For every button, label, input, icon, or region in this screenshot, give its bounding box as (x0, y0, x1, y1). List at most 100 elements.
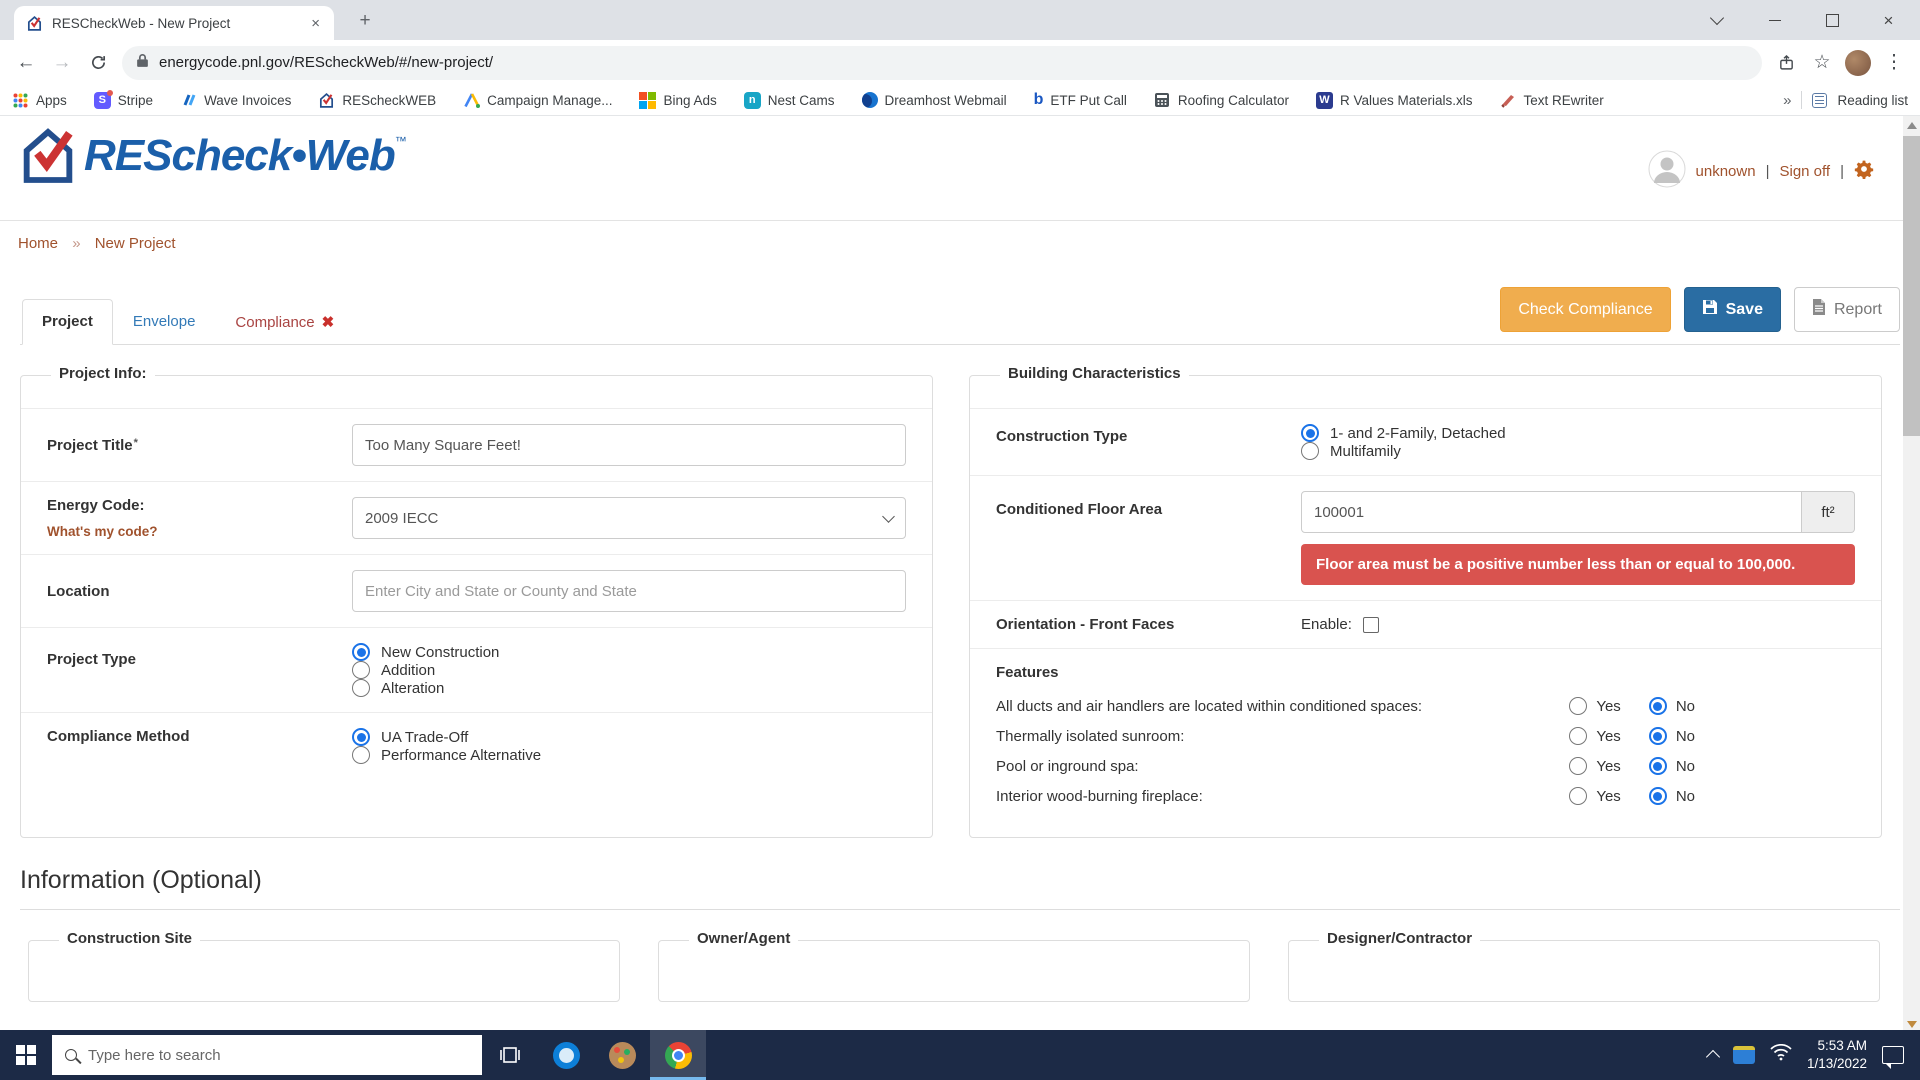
bookmark-wave-invoices[interactable]: Wave Invoices (180, 92, 291, 109)
sign-off-link[interactable]: Sign off (1779, 163, 1830, 180)
taskbar-search[interactable]: Type here to search (52, 1035, 482, 1075)
browser-tab[interactable]: RESCheckWeb - New Project × (14, 6, 334, 40)
new-tab-button[interactable]: + (352, 8, 378, 34)
search-placeholder: Type here to search (88, 1046, 221, 1064)
project-info-panel: Project Info: Project Title* Energy Code… (20, 365, 933, 838)
scrollbar-down-icon[interactable] (1903, 1021, 1920, 1028)
page-scrollbar[interactable] (1903, 116, 1920, 1030)
report-doc-icon (1812, 299, 1826, 320)
back-icon[interactable]: ← (8, 45, 44, 81)
wifi-icon[interactable] (1770, 1043, 1792, 1066)
bookmark-campaign-manager[interactable]: Campaign Manage... (463, 92, 612, 109)
bookmark-rescheckweb[interactable]: REScheckWEB (318, 92, 436, 109)
bookmark-r-values[interactable]: W R Values Materials.xls (1315, 91, 1473, 109)
url-text[interactable]: energycode.pnl.gov/REScheckWeb/#/new-pro… (159, 54, 493, 71)
tab-compliance[interactable]: Compliance ✖ (215, 299, 354, 345)
tab-title: RESCheckWeb - New Project (52, 15, 231, 31)
window-close-button[interactable]: × (1865, 0, 1912, 40)
reading-list-icon (1812, 92, 1828, 108)
radio-ducts-yes[interactable] (1569, 697, 1588, 715)
radio-pool-yes[interactable] (1569, 757, 1588, 775)
radio-sunroom-yes[interactable] (1569, 727, 1588, 745)
tray-device-icon[interactable] (1732, 1046, 1755, 1064)
radio-ua-tradeoff[interactable]: UA Trade-Off (352, 728, 906, 746)
action-center-icon[interactable] (1882, 1046, 1904, 1069)
bookmark-nest-cams[interactable]: n Nest Cams (743, 91, 835, 109)
radio-family-detached[interactable]: 1- and 2-Family, Detached (1301, 424, 1855, 442)
whats-my-code-link[interactable]: What's my code? (47, 524, 352, 539)
check-compliance-button[interactable]: Check Compliance (1500, 287, 1671, 332)
orientation-row: Orientation - Front Faces Enable: (970, 600, 1881, 648)
menu-kebab-icon[interactable]: ⋮ (1876, 45, 1912, 81)
radio-performance-alternative[interactable]: Performance Alternative (352, 746, 906, 764)
tab-envelope[interactable]: Envelope (113, 299, 216, 345)
skype-icon (552, 1041, 580, 1069)
browser-tab-strip: RESCheckWeb - New Project × + × (0, 0, 1920, 40)
energy-code-select[interactable]: 2009 IECC (352, 497, 906, 539)
rescheck-logo[interactable]: REScheck•Web™ (16, 124, 407, 188)
report-button[interactable]: Report (1793, 287, 1900, 332)
share-icon[interactable] (1768, 45, 1804, 81)
radio-fireplace-yes[interactable] (1569, 787, 1588, 805)
radio-fireplace-no[interactable] (1648, 787, 1667, 805)
bookmark-apps[interactable]: Apps (12, 92, 67, 109)
taskbar-app-skype[interactable] (538, 1030, 594, 1080)
bookmark-bing-ads[interactable]: Bing Ads (639, 91, 717, 109)
start-button[interactable] (0, 1030, 52, 1080)
pen-icon (1500, 92, 1517, 109)
taskbar-clock[interactable]: 5:53 AM 1/13/2022 (1807, 1037, 1867, 1072)
taskbar-app-paint[interactable] (594, 1030, 650, 1080)
task-view-button[interactable] (482, 1030, 538, 1080)
window-maximize-button[interactable] (1809, 0, 1856, 40)
breadcrumb-separator: » (72, 235, 81, 252)
bookmark-dreamhost-webmail[interactable]: Dreamhost Webmail (861, 92, 1007, 108)
reading-list-button[interactable]: Reading list (1837, 93, 1908, 108)
gear-icon[interactable] (1854, 159, 1874, 183)
orientation-enable-checkbox[interactable]: Enable: (1301, 616, 1855, 633)
tab-close-icon[interactable]: × (309, 15, 322, 32)
bookmark-text-rewriter[interactable]: Text REwriter (1500, 92, 1604, 109)
logo-text: REScheck•Web (84, 131, 396, 180)
address-bar[interactable]: energycode.pnl.gov/REScheckWeb/#/new-pro… (122, 45, 1762, 80)
tray-chevron-up-icon[interactable] (1705, 1049, 1721, 1065)
profile-avatar[interactable] (1840, 45, 1876, 81)
radio-alteration[interactable]: Alteration (352, 679, 906, 697)
radio-icon (352, 746, 370, 764)
location-label: Location (47, 582, 110, 600)
window-minimize-button[interactable] (1751, 0, 1798, 40)
location-input[interactable] (352, 570, 906, 612)
divider (1801, 91, 1803, 109)
construction-site-panel: Construction Site (28, 930, 620, 1002)
radio-sunroom-no[interactable] (1648, 727, 1667, 745)
separator: | (1765, 162, 1770, 180)
apps-grid-icon (12, 92, 29, 109)
tab-search-icon[interactable] (1693, 0, 1740, 40)
scrollbar-thumb[interactable] (1903, 136, 1920, 436)
save-button[interactable]: Save (1683, 287, 1781, 332)
radio-ducts-no[interactable] (1648, 697, 1667, 715)
features-label: Features (996, 664, 1059, 681)
user-name-link[interactable]: unknown (1696, 163, 1756, 180)
feature-row-fireplace: Interior wood-burning fireplace: Yes No (996, 787, 1695, 805)
taskbar-app-chrome[interactable] (650, 1030, 706, 1080)
radio-new-construction[interactable]: New Construction (352, 643, 906, 661)
project-title-input[interactable] (352, 424, 906, 466)
user-avatar[interactable] (1648, 150, 1686, 192)
campaign-triangle-icon (463, 92, 480, 109)
radio-multifamily[interactable]: Multifamily (1301, 442, 1855, 460)
bookmark-etf-put-call[interactable]: b ETF Put Call (1034, 91, 1127, 109)
reload-icon[interactable] (80, 45, 116, 81)
bookmarks-overflow-chevron[interactable]: » (1783, 92, 1791, 109)
floor-area-input[interactable] (1301, 491, 1802, 533)
radio-addition[interactable]: Addition (352, 661, 906, 679)
building-characteristics-panel: Building Characteristics Construction Ty… (969, 365, 1882, 838)
bookmark-roofing-calculator[interactable]: Roofing Calculator (1154, 92, 1289, 109)
forward-icon[interactable]: → (44, 45, 80, 81)
scrollbar-up-icon[interactable] (1906, 122, 1917, 129)
breadcrumb-home-link[interactable]: Home (18, 235, 58, 252)
radio-pool-no[interactable] (1648, 757, 1667, 775)
tab-project[interactable]: Project (22, 299, 113, 345)
palette-icon (608, 1041, 636, 1069)
bookmark-stripe[interactable]: S Stripe (93, 89, 153, 109)
bookmark-star-icon[interactable]: ☆ (1804, 45, 1840, 81)
